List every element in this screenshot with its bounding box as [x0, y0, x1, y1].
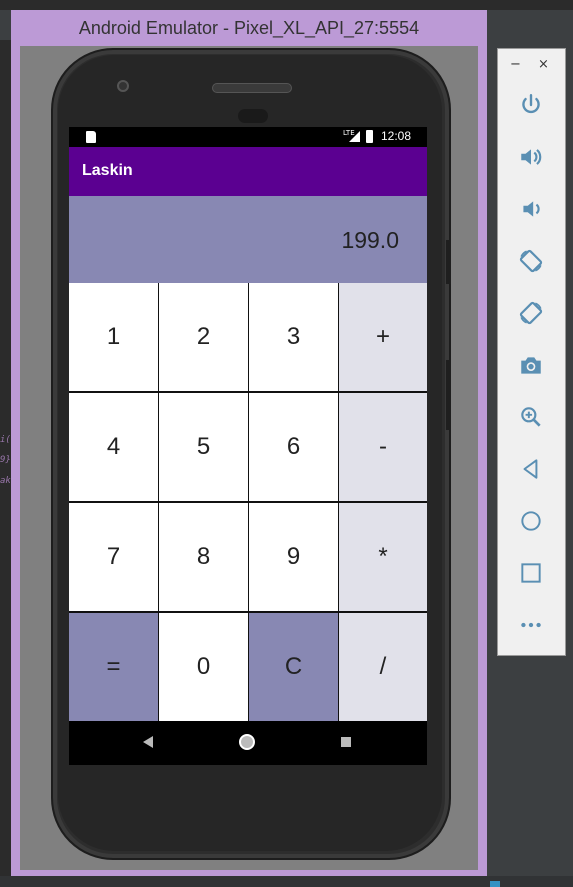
rotate-left-icon[interactable]: [515, 245, 547, 277]
emulator-toolbar: − ×: [497, 48, 566, 656]
minimize-button[interactable]: −: [510, 57, 521, 72]
more-icon[interactable]: [515, 609, 547, 641]
phone-volume-button[interactable]: [446, 360, 451, 430]
power-icon[interactable]: [515, 89, 547, 121]
key-1[interactable]: 1: [69, 283, 158, 391]
signal-icon: [349, 131, 360, 142]
nav-back-icon[interactable]: [143, 736, 153, 748]
emulator-title[interactable]: Android Emulator - Pixel_XL_API_27:5554: [11, 10, 487, 46]
key-5[interactable]: 5: [159, 393, 248, 501]
key-plus[interactable]: +: [339, 283, 427, 391]
display-value: 199.0: [341, 227, 399, 253]
battery-icon: [366, 130, 373, 143]
front-camera-icon: [117, 80, 129, 92]
keypad: 1 2 3 + 4 5 6 - 7 8 9 * = 0 C /: [69, 283, 427, 721]
key-0[interactable]: 0: [159, 613, 248, 721]
key-divide[interactable]: /: [339, 613, 427, 721]
ide-status-bar: [0, 876, 573, 887]
home-icon[interactable]: [515, 505, 547, 537]
key-equals[interactable]: =: [69, 613, 158, 721]
code-fragment: i(: [0, 435, 11, 445]
app-bar: Laskin: [69, 147, 427, 196]
close-button[interactable]: ×: [538, 57, 549, 72]
device-screen: LTE 12:08 Laskin 199.0 1 2 3 + 4 5 6 - 7…: [69, 127, 427, 765]
overview-icon[interactable]: [515, 557, 547, 589]
calculator-display: 199.0: [69, 196, 427, 283]
status-bar: LTE 12:08: [69, 127, 427, 147]
earpiece-speaker: [212, 83, 292, 93]
key-9[interactable]: 9: [249, 503, 338, 611]
key-multiply[interactable]: *: [339, 503, 427, 611]
key-2[interactable]: 2: [159, 283, 248, 391]
ide-indicator-icon: [490, 881, 500, 887]
app-title: Laskin: [82, 162, 133, 179]
phone-power-button[interactable]: [446, 240, 451, 284]
key-3[interactable]: 3: [249, 283, 338, 391]
key-6[interactable]: 6: [249, 393, 338, 501]
rotate-right-icon[interactable]: [515, 297, 547, 329]
volume-down-icon[interactable]: [515, 193, 547, 225]
sd-card-icon: [86, 131, 96, 143]
proximity-sensor: [238, 109, 268, 123]
nav-home-icon[interactable]: [239, 734, 255, 750]
ide-top-bar: [0, 0, 573, 10]
key-clear[interactable]: C: [249, 613, 338, 721]
key-8[interactable]: 8: [159, 503, 248, 611]
key-minus[interactable]: -: [339, 393, 427, 501]
key-7[interactable]: 7: [69, 503, 158, 611]
camera-icon[interactable]: [515, 349, 547, 381]
status-clock: 12:08: [381, 129, 412, 143]
volume-up-icon[interactable]: [515, 141, 547, 173]
code-fragment: 9}: [0, 455, 11, 465]
key-4[interactable]: 4: [69, 393, 158, 501]
code-fragment: ak: [0, 476, 11, 486]
navigation-bar: [69, 721, 427, 765]
zoom-icon[interactable]: [515, 401, 547, 433]
back-icon[interactable]: [515, 453, 547, 485]
nav-recents-icon[interactable]: [341, 737, 351, 747]
